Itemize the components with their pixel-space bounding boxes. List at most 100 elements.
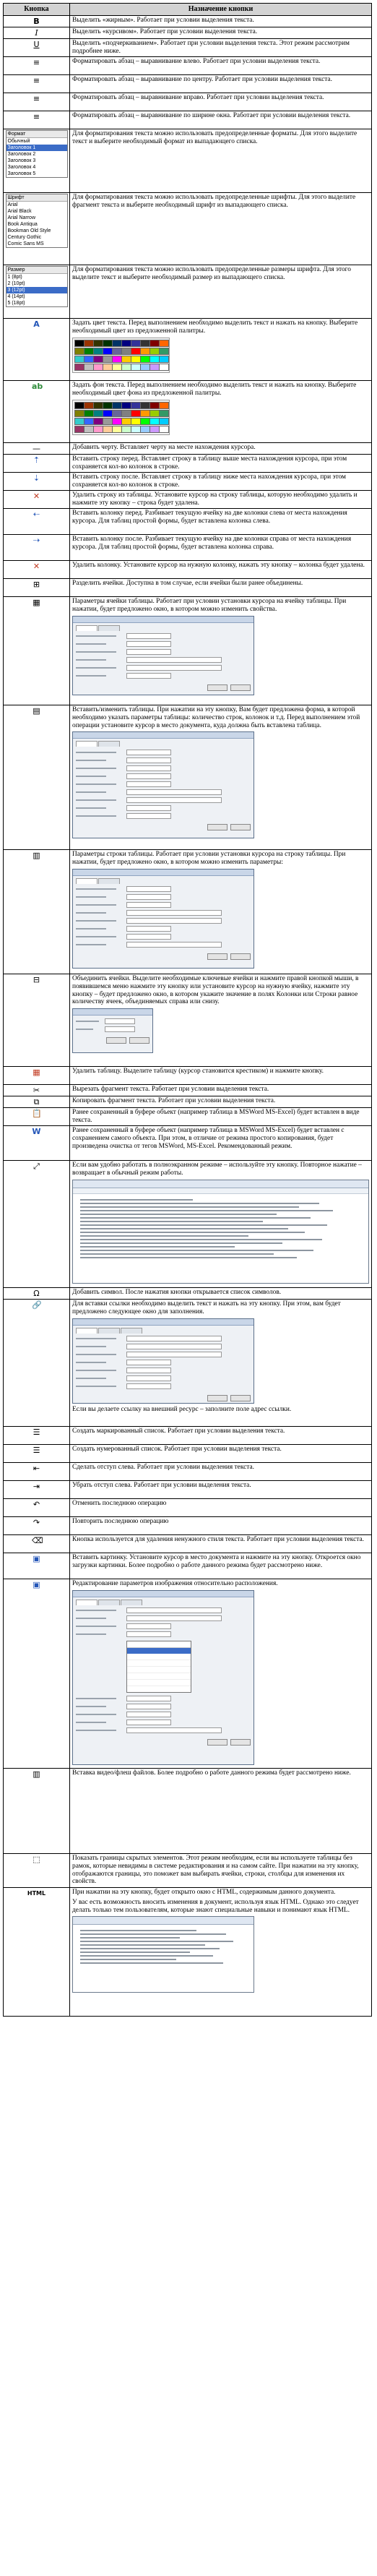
color-swatch[interactable] <box>93 363 103 371</box>
insert-media-icon[interactable]: ▥ <box>32 1769 41 1779</box>
insert-row-after-icon[interactable]: ⇣ <box>32 473 41 483</box>
color-swatch[interactable] <box>93 401 103 409</box>
color-swatch[interactable] <box>74 401 84 409</box>
color-swatch[interactable] <box>131 339 141 347</box>
color-swatch[interactable] <box>121 417 131 425</box>
delete-col-icon[interactable]: ✕ <box>32 562 41 571</box>
color-swatch[interactable] <box>93 409 103 417</box>
color-swatch[interactable] <box>131 401 141 409</box>
color-swatch[interactable] <box>103 409 113 417</box>
color-swatch[interactable] <box>121 425 131 433</box>
color-swatch[interactable] <box>74 355 84 363</box>
split-cell-icon[interactable]: ⊞ <box>32 580 41 589</box>
insert-col-before-icon[interactable]: ⇠ <box>32 510 41 519</box>
color-swatch[interactable] <box>140 409 150 417</box>
undo-icon[interactable]: ↶ <box>32 1500 41 1509</box>
color-swatch[interactable] <box>103 425 113 433</box>
color-swatch[interactable] <box>159 339 169 347</box>
color-swatch[interactable] <box>131 417 141 425</box>
color-swatch[interactable] <box>131 363 141 371</box>
bold-icon[interactable]: B <box>32 17 41 26</box>
insert-row-before-icon[interactable]: ⇡ <box>32 455 41 465</box>
insert-table-icon[interactable]: ▤ <box>32 706 41 716</box>
color-swatch[interactable] <box>93 347 103 355</box>
color-swatch[interactable] <box>74 425 84 433</box>
format-dropdown[interactable]: Формат Обычный Заголовок 1 Заголовок 2 З… <box>5 130 68 178</box>
paste-icon[interactable]: 📋 <box>32 1109 42 1118</box>
color-swatch[interactable] <box>103 347 113 355</box>
color-swatch[interactable] <box>140 417 150 425</box>
html-icon[interactable]: HTML <box>27 1889 46 1898</box>
background-color-icon[interactable]: ab <box>32 382 43 391</box>
insert-image-icon[interactable]: ▣ <box>32 1554 41 1563</box>
color-swatch[interactable] <box>140 363 150 371</box>
color-palette[interactable] <box>72 337 170 373</box>
color-swatch[interactable] <box>131 425 141 433</box>
color-swatch[interactable] <box>103 417 113 425</box>
color-swatch[interactable] <box>112 363 122 371</box>
color-swatch[interactable] <box>140 347 150 355</box>
color-swatch[interactable] <box>112 425 122 433</box>
color-swatch[interactable] <box>112 347 122 355</box>
horizontal-line-icon[interactable]: — <box>32 444 41 453</box>
italic-icon[interactable]: I <box>32 28 41 38</box>
color-swatch[interactable] <box>159 409 169 417</box>
color-swatch[interactable] <box>84 417 94 425</box>
color-swatch[interactable] <box>84 355 94 363</box>
eraser-icon[interactable]: ⌫ <box>32 1536 43 1545</box>
color-swatch[interactable] <box>159 347 169 355</box>
color-swatch[interactable] <box>150 425 160 433</box>
cut-icon[interactable]: ✂ <box>32 1086 41 1095</box>
text-color-icon[interactable]: A <box>32 319 41 329</box>
size-dropdown[interactable]: Размер 1 (8pt) 2 (10pt) 3 (12pt) 4 (14pt… <box>5 266 68 307</box>
color-swatch[interactable] <box>159 417 169 425</box>
color-swatch[interactable] <box>150 355 160 363</box>
redo-icon[interactable]: ↷ <box>32 1518 41 1527</box>
color-swatch[interactable] <box>150 401 160 409</box>
align-left-icon[interactable]: ≡ <box>32 58 41 67</box>
color-swatch[interactable] <box>121 355 131 363</box>
color-swatch[interactable] <box>84 425 94 433</box>
numbered-list-icon[interactable]: ☰ <box>32 1446 41 1455</box>
color-swatch[interactable] <box>131 347 141 355</box>
color-swatch[interactable] <box>84 347 94 355</box>
color-swatch[interactable] <box>140 355 150 363</box>
color-swatch[interactable] <box>112 355 122 363</box>
delete-table-icon[interactable]: ▦ <box>32 1068 41 1077</box>
align-center-icon[interactable]: ≡ <box>32 76 41 85</box>
color-swatch[interactable] <box>121 363 131 371</box>
color-swatch[interactable] <box>140 401 150 409</box>
color-swatch[interactable] <box>74 339 84 347</box>
color-swatch[interactable] <box>131 355 141 363</box>
color-swatch[interactable] <box>159 363 169 371</box>
color-swatch[interactable] <box>150 409 160 417</box>
color-swatch[interactable] <box>84 363 94 371</box>
color-swatch[interactable] <box>112 409 122 417</box>
underline-icon[interactable]: U <box>32 40 41 49</box>
insert-link-icon[interactable]: 🔗 <box>32 1300 42 1310</box>
color-swatch[interactable] <box>93 339 103 347</box>
delete-row-icon[interactable]: ✕ <box>32 491 41 501</box>
fullscreen-icon[interactable]: ⤢ <box>32 1162 41 1171</box>
color-swatch[interactable] <box>84 409 94 417</box>
color-swatch[interactable] <box>103 339 113 347</box>
row-props-icon[interactable]: ▥ <box>32 851 41 860</box>
color-swatch[interactable] <box>103 355 113 363</box>
image-props-icon[interactable]: ▣ <box>32 1580 41 1589</box>
color-swatch[interactable] <box>159 401 169 409</box>
color-swatch[interactable] <box>121 347 131 355</box>
outdent-icon[interactable]: ⇤ <box>32 1464 41 1473</box>
color-swatch[interactable] <box>121 401 131 409</box>
color-palette[interactable] <box>72 399 170 435</box>
color-swatch[interactable] <box>74 417 84 425</box>
color-swatch[interactable] <box>112 401 122 409</box>
special-char-icon[interactable]: Ω <box>32 1289 41 1298</box>
color-swatch[interactable] <box>103 363 113 371</box>
color-swatch[interactable] <box>112 417 122 425</box>
color-swatch[interactable] <box>159 355 169 363</box>
color-swatch[interactable] <box>140 425 150 433</box>
color-swatch[interactable] <box>93 425 103 433</box>
align-right-icon[interactable]: ≡ <box>32 94 41 103</box>
color-swatch[interactable] <box>131 409 141 417</box>
color-swatch[interactable] <box>150 417 160 425</box>
